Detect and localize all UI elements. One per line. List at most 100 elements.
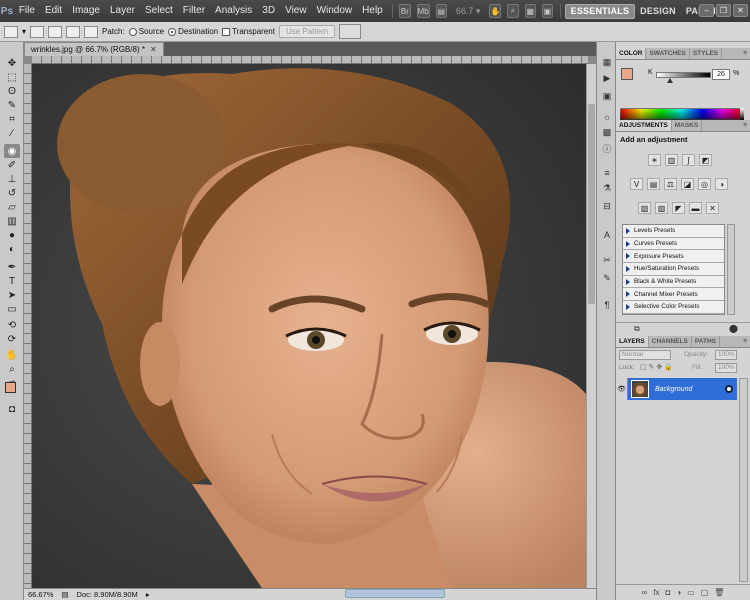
use-pattern-button[interactable]: Use Pattern [278,25,336,38]
menu-view[interactable]: View [280,0,312,22]
new-group-icon[interactable]: ▭ [687,588,695,597]
exposure-icon[interactable]: ◩ [699,154,712,166]
tab-paths[interactable]: PATHS [692,336,720,347]
new-selection-icon[interactable] [30,25,45,38]
zoom-status[interactable]: 66.67% [28,590,53,599]
menu-3d[interactable]: 3D [257,0,280,22]
new-layer-icon[interactable]: ▢ [701,588,709,597]
blend-mode-select[interactable]: Normal [619,350,671,360]
quick-selection-tool-icon[interactable]: ✎ [4,98,20,112]
preset-channel-mixer[interactable]: Channel Mixer Presets [623,288,724,302]
threshold-icon[interactable]: ◤ [672,202,685,214]
horizontal-scrollbar-thumb[interactable] [345,589,445,598]
menu-edit[interactable]: Edit [40,0,67,22]
foreground-color-swatch[interactable] [5,382,16,393]
black-white-icon[interactable]: ◪ [681,178,694,190]
clip-to-layer-icon[interactable]: ⧉ [634,324,640,334]
link-layers-icon[interactable]: ∞ [642,588,648,597]
menu-analysis[interactable]: Analysis [210,0,257,22]
history-brush-tool-icon[interactable]: ↺ [4,186,20,200]
type-tool-icon[interactable]: T [4,274,20,288]
preset-curves[interactable]: Curves Presets [623,238,724,251]
hand-tool-icon[interactable]: ✋ [4,348,20,362]
layer-style-icon[interactable]: fx [653,588,659,597]
character-panel-icon[interactable]: A [600,228,614,241]
crop-tool-icon[interactable]: ⌗ [4,112,20,126]
pen-tool-icon[interactable]: ✒ [4,260,20,274]
black-white-strip[interactable] [740,108,744,120]
move-tool-icon[interactable]: ✥ [4,56,20,70]
status-menu-arrow-icon[interactable]: ▸ [146,590,150,599]
zoom-level-control[interactable]: 66.7 ▾ [456,6,481,17]
minibridge-icon[interactable]: Mb [416,4,430,18]
marquee-tool-icon[interactable]: ⬚ [4,70,20,84]
preset-black-white[interactable]: Black & White Presets [623,276,724,289]
add-mask-icon[interactable]: ◘ [665,588,670,597]
hand-view-icon[interactable]: ✋ [489,4,502,18]
channel-mixer-icon[interactable]: ◑ [715,178,728,190]
intersect-selection-icon[interactable] [84,25,99,38]
restore-icon[interactable]: ❐ [716,4,731,17]
info-panel-icon[interactable]: ☼ [600,110,614,123]
extras-icon[interactable]: ▤ [435,4,447,18]
k-channel-slider[interactable] [656,72,711,78]
actions-panel-icon[interactable]: ▶ [600,72,614,85]
eyedropper-tool-icon[interactable]: ⁄ [4,126,20,140]
gradient-map-icon[interactable]: ▬ [689,202,702,214]
close-icon[interactable]: ✕ [733,4,748,17]
close-icon[interactable]: ✕ [150,45,157,54]
invert-icon[interactable]: ▧ [638,202,651,214]
gradient-tool-icon[interactable]: ▥ [4,214,20,228]
3d-orbit-tool-icon[interactable]: ⟳ [4,332,20,346]
transparent-checkbox[interactable]: Transparent [222,27,275,36]
source-radio[interactable]: Source [128,27,164,36]
eraser-tool-icon[interactable]: ▱ [4,200,20,214]
subtract-selection-icon[interactable] [66,25,81,38]
clone-source-icon[interactable]: ⚗ [600,182,614,195]
info-circle-icon[interactable]: ⓘ [600,142,614,155]
brightness-contrast-icon[interactable]: ☀ [648,154,661,166]
panel-menu-icon[interactable]: ≡ [743,336,750,347]
destination-radio[interactable]: Destination [168,27,218,36]
k-channel-input[interactable]: 26 [712,69,730,80]
zoom-view-icon[interactable]: ⌕ [507,4,519,18]
chevron-down-icon[interactable]: ▾ [22,27,26,36]
preset-levels[interactable]: Levels Presets [623,225,724,238]
layer-row[interactable]: 👁 Background [616,378,737,400]
minimize-icon[interactable]: – [699,4,714,17]
color-balance-icon[interactable]: ⚖ [664,178,677,190]
path-selection-tool-icon[interactable]: ➤ [4,288,20,302]
lock-icons[interactable]: ▢ ✎ ✥ 🔒 [640,363,673,371]
tab-styles[interactable]: STYLES [690,48,723,59]
lasso-tool-icon[interactable]: ʘ [4,84,20,98]
levels-icon[interactable]: ▥ [665,154,678,166]
opacity-input[interactable]: 100% [715,350,737,360]
notes-panel-icon[interactable]: ✎ [600,272,614,285]
status-icon[interactable]: ▤ [61,590,68,599]
screen-mode-icon[interactable]: ▣ [541,4,554,18]
layers-scrollbar[interactable] [739,378,748,582]
photo-filter-icon[interactable]: ◎ [698,178,711,190]
menu-filter[interactable]: Filter [178,0,210,22]
masks-panel-icon[interactable]: ✂ [600,254,614,267]
presets-scrollbar[interactable] [727,224,735,315]
tab-masks[interactable]: MASKS [672,120,703,131]
tool-preset-icon[interactable] [4,25,18,38]
hue-saturation-icon[interactable]: ▤ [647,178,660,190]
histogram-panel-icon[interactable]: ▩ [600,126,614,139]
tab-layers[interactable]: LAYERS [616,336,649,347]
tab-swatches[interactable]: SWATCHES [646,48,690,59]
eye-icon[interactable]: 👁 [616,378,628,400]
tab-adjustments[interactable]: ADJUSTMENTS [616,120,672,131]
dodge-tool-icon[interactable]: ◐ [4,242,20,256]
scrollbar-thumb[interactable] [588,104,595,304]
posterize-icon[interactable]: ▨ [655,202,668,214]
3d-rotate-tool-icon[interactable]: ⟲ [4,318,20,332]
menu-file[interactable]: File [14,0,40,22]
adjustment-layer-icon[interactable]: ◑ [676,588,681,597]
slider-thumb-icon[interactable] [667,78,674,83]
arrange-documents-icon[interactable]: ▦ [524,4,536,18]
tab-channels[interactable]: CHANNELS [649,336,692,347]
quick-mask-icon[interactable]: ◘ [4,402,20,416]
vibrance-icon[interactable]: V [630,178,643,190]
